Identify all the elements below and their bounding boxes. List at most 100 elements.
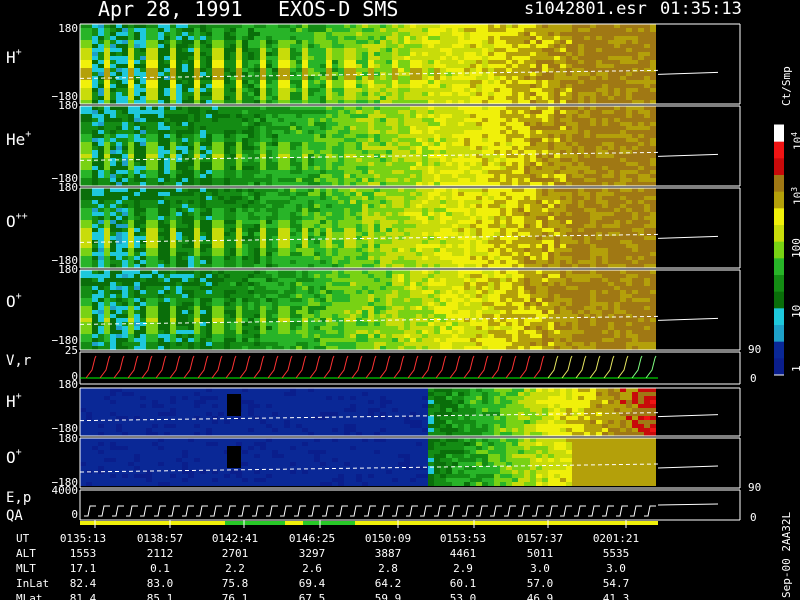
heat-cell [86,142,92,146]
heat-cell [608,126,614,130]
heat-cell [590,44,596,48]
heat-cell [404,216,410,220]
heat-cell [146,32,152,36]
heat-cell [428,146,434,150]
heat-cell [224,72,230,76]
heat-cell [560,52,566,56]
heat-cell [134,236,140,240]
heat-cell [386,216,392,220]
heat-cell [332,36,338,40]
heat-cell [98,92,104,96]
heat-cell [248,80,254,84]
heat-cell [242,264,248,268]
heat-cell [134,228,140,232]
heat-cell [272,196,278,200]
heat-cell [296,166,302,170]
heat-cell [308,48,314,52]
heat-cell [104,114,110,118]
heat-cell [308,118,314,122]
heat-cell [92,188,98,192]
heat-cell [272,100,278,104]
heat-cell [536,96,542,100]
heat-cell [494,178,500,182]
heat-cell [182,56,188,60]
heat-cell [236,188,242,192]
heat-cell [128,100,134,104]
heat-cell [128,24,134,28]
heat-cell [128,32,134,36]
heat-cell [80,170,86,174]
heat-cell [518,28,524,32]
heat-cell [80,174,86,178]
heat-cell [224,170,230,174]
heat-cell [248,142,254,146]
heat-cell [218,56,224,60]
heat-cell [422,44,428,48]
heat-cell [344,64,350,68]
heat-cell [272,122,278,126]
heat-cell [200,122,206,126]
heat-cell [536,44,542,48]
heat-cell [266,264,272,268]
heat-cell [404,264,410,268]
heat-cell [290,178,296,182]
heat-cell [632,52,638,56]
heat-cell [176,106,182,110]
heat-cell [128,192,134,196]
heat-cell [182,232,188,236]
heat-cell [458,96,464,100]
heat-cell [164,204,170,208]
heat-cell [518,114,524,118]
heat-cell [326,44,332,48]
heat-cell [134,150,140,154]
heat-cell [236,174,242,178]
heat-cell [464,92,470,96]
heat-cell [230,88,236,92]
heat-cell [98,44,104,48]
heat-cell [218,122,224,126]
heat-cell [476,142,482,146]
heat-cell [152,146,158,150]
heat-cell [356,138,362,142]
heat-cell [338,220,344,224]
heat-cell [116,188,122,192]
heat-cell [272,32,278,36]
heat-cell [140,252,146,256]
heat-cell [602,114,608,118]
heat-cell [272,130,278,134]
heat-cell [212,170,218,174]
heat-cell [98,220,104,224]
heat-cell [632,64,638,68]
heat-cell [86,248,92,252]
heat-cell [344,60,350,64]
heat-cell [272,166,278,170]
heat-cell [128,68,134,72]
heat-cell [380,118,386,122]
heat-cell [164,126,170,130]
heat-cell [542,162,548,166]
heat-cell [140,84,146,88]
heat-cell [494,146,500,150]
heat-cell [476,28,482,32]
heat-cell [284,118,290,122]
heat-cell [506,162,512,166]
heat-cell [80,32,86,36]
heat-cell [488,40,494,44]
heat-cell [590,170,596,174]
heat-cell [122,80,128,84]
heat-cell [446,40,452,44]
heat-cell [320,60,326,64]
heat-cell [440,24,446,28]
heat-cell [392,24,398,28]
heat-cell [650,84,656,88]
heat-cell [116,236,122,240]
heat-cell [152,204,158,208]
heat-cell [452,174,458,178]
heat-cell [320,224,326,228]
heat-cell [404,228,410,232]
heat-cell [230,166,236,170]
heat-cell [602,36,608,40]
heat-cell [398,204,404,208]
heat-cell [272,162,278,166]
heat-cell [428,126,434,130]
